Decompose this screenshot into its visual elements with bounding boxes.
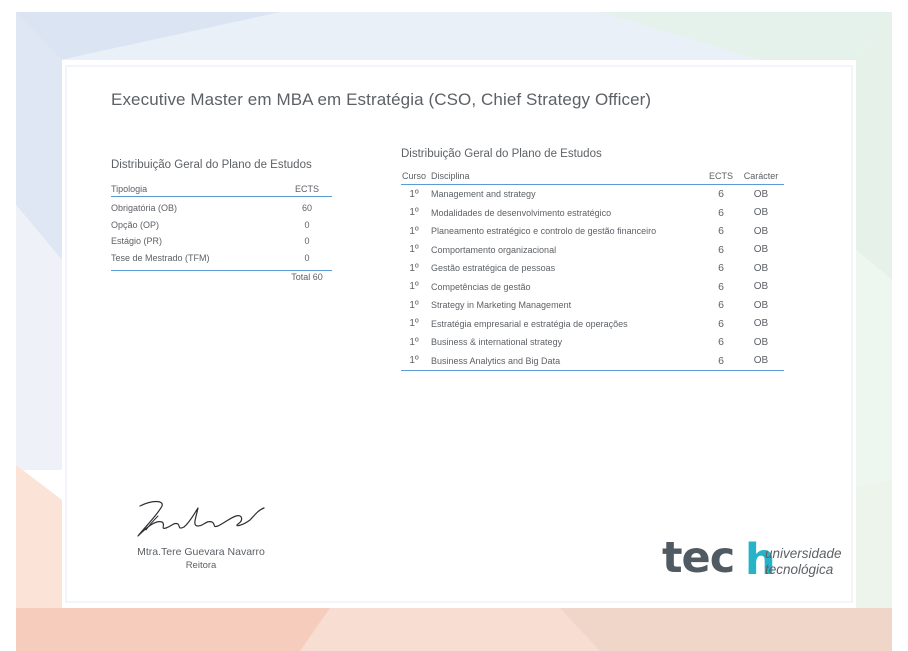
- courses-table-section: Distribuição Geral do Plano de Estudos C…: [401, 148, 784, 371]
- cell-curso: 1º: [409, 318, 419, 330]
- cell-ects: 6: [718, 206, 724, 219]
- row-label: Opção (OP): [111, 219, 160, 230]
- column-header-caracter: Carácter: [738, 168, 784, 185]
- cell-disciplina: Modalidades de desenvolvimento estratégi…: [431, 207, 612, 218]
- table-row: 1º Business Analytics and Big Data 6 OB: [401, 351, 784, 371]
- cell-caracter: OB: [753, 188, 769, 200]
- cell-ects: 6: [718, 299, 724, 312]
- summary-table-section: Distribuição Geral do Plano de Estudos T…: [111, 159, 332, 283]
- cell-ects: 6: [718, 243, 724, 256]
- cell-disciplina: Competências de gestão: [431, 281, 531, 292]
- cell-caracter: OB: [738, 351, 784, 371]
- column-header-tipologia: Tipologia: [111, 181, 282, 197]
- table-row: 1º Management and strategy 6 OB: [401, 185, 784, 204]
- cell-ects: 6: [718, 317, 724, 330]
- column-header-ects: ECTS: [282, 181, 332, 197]
- cell-caracter: OB: [753, 336, 769, 348]
- column-header-ects: ECTS: [704, 168, 738, 185]
- courses-table: Curso Disciplina ECTS Carácter 1º Manage…: [401, 168, 784, 371]
- cell-curso: 1º: [401, 351, 427, 371]
- logo-wordmark: tec: [662, 533, 735, 583]
- cell-ects: 6: [718, 188, 724, 201]
- table-row: Tese de Mestrado (TFM) 0: [111, 250, 332, 271]
- handwritten-signature: [137, 500, 265, 537]
- cell-disciplina: Management and strategy: [431, 189, 536, 200]
- summary-heading: Distribuição Geral do Plano de Estudos: [111, 159, 312, 171]
- cell-caracter: OB: [753, 207, 769, 219]
- logo-subtitle-line1: universidade: [765, 546, 842, 561]
- table-row: 1º Estratégia empresarial e estratégia d…: [401, 315, 784, 334]
- signatory-role: Reitora: [185, 560, 217, 571]
- cell-curso: 1º: [409, 262, 419, 274]
- cell-curso: 1º: [409, 225, 419, 237]
- cell-curso: 1º: [409, 207, 419, 219]
- cell-disciplina: Business Analytics and Big Data: [427, 351, 704, 371]
- cell-caracter: OB: [753, 299, 769, 311]
- cell-disciplina: Gestão estratégica de pessoas: [431, 263, 556, 274]
- summary-table: Tipologia ECTS Obrigatória (OB) 60 Opção…: [111, 181, 332, 283]
- table-row: Opção (OP) 0: [111, 217, 332, 234]
- cell-disciplina: Estratégia empresarial e estratégia de o…: [431, 318, 628, 329]
- table-row: 1º Planeamento estratégico e controlo de…: [401, 222, 784, 241]
- row-label: Estágio (PR): [111, 236, 163, 247]
- courses-heading: Distribuição Geral do Plano de Estudos: [401, 148, 602, 160]
- cell-caracter: OB: [753, 225, 769, 237]
- table-row: 1º Modalidades de desenvolvimento estrat…: [401, 204, 784, 223]
- row-ects: 0: [304, 219, 310, 230]
- cell-curso: 1º: [409, 244, 419, 256]
- cell-caracter: OB: [753, 262, 769, 274]
- row-ects: 0: [304, 252, 310, 263]
- row-ects: 0: [304, 236, 310, 247]
- table-row: 1º Business & international strategy 6 O…: [401, 333, 784, 352]
- cell-curso: 1º: [409, 281, 419, 293]
- row-label: Obrigatória (OB): [111, 203, 178, 214]
- cell-ects: 6: [718, 262, 724, 275]
- cell-caracter: OB: [753, 244, 769, 256]
- cell-curso: 1º: [409, 299, 419, 311]
- column-header-curso: Curso: [401, 168, 427, 185]
- table-row: Estágio (PR) 0: [111, 233, 332, 250]
- signatory-name: Mtra.Tere Guevara Navarro: [137, 546, 265, 558]
- table-row: 1º Competências de gestão 6 OB: [401, 278, 784, 297]
- table-row: 1º Gestão estratégica de pessoas 6 OB: [401, 259, 784, 278]
- logo-subtitle-line2: tecnológica: [765, 562, 834, 577]
- table-row: Obrigatória (OB) 60: [111, 197, 332, 217]
- cell-disciplina: Comportamento organizacional: [431, 244, 557, 255]
- cell-disciplina: Planeamento estratégico e controlo de ge…: [431, 226, 657, 237]
- cell-ects: 6: [718, 336, 724, 349]
- cell-curso: 1º: [409, 188, 419, 200]
- total-row: Total 60: [111, 270, 332, 283]
- table-row: 1º Comportamento organizacional 6 OB: [401, 241, 784, 260]
- row-ects: 60: [301, 203, 312, 214]
- cell-curso: 1º: [409, 336, 419, 348]
- cell-ects: 6: [718, 280, 724, 293]
- cell-disciplina: Strategy in Marketing Management: [431, 300, 572, 311]
- total-value: Total 60: [282, 270, 332, 283]
- document-title: Executive Master em MBA em Estratégia (C…: [111, 90, 652, 109]
- column-header-disciplina: Disciplina: [427, 168, 704, 185]
- cell-ects: 6: [718, 225, 724, 238]
- cell-disciplina: Business & international strategy: [431, 337, 563, 348]
- cell-caracter: OB: [753, 281, 769, 293]
- cell-ects: 6: [704, 351, 738, 371]
- row-label: Tese de Mestrado (TFM): [111, 252, 210, 263]
- cell-caracter: OB: [753, 318, 769, 330]
- table-row: 1º Strategy in Marketing Management 6 OB: [401, 296, 784, 315]
